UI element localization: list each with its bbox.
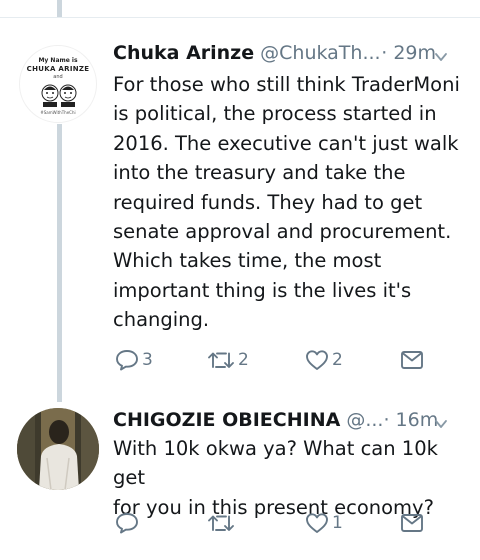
reply-icon: [116, 350, 138, 371]
retweet-button[interactable]: 2: [207, 347, 249, 373]
retweet-count: 2: [238, 350, 249, 370]
avatar-hashtag: #SamWithTheChi: [40, 110, 76, 115]
like-button[interactable]: 2: [305, 347, 343, 373]
tweet-text-line: senate approval and procurement.: [113, 220, 452, 244]
direct-message-button[interactable]: [400, 510, 424, 536]
chevron-down-icon[interactable]: [434, 417, 448, 431]
avatar-text-line2: CHUKA ARINZE: [26, 65, 90, 73]
faces-illustration-icon: [41, 84, 77, 107]
timestamp[interactable]: · 16m: [383, 409, 468, 431]
tweet-1[interactable]: My Name is CHUKA ARINZE and #SamWithTheC…: [0, 0, 480, 400]
reply-icon: [116, 513, 138, 534]
avatar-chigozie-obiechina[interactable]: [17, 408, 99, 490]
tweet-text-line: into the treasury and take the: [113, 161, 406, 185]
like-button[interactable]: 1: [305, 510, 343, 536]
display-name[interactable]: Chuka Arinze: [113, 42, 254, 64]
chevron-down-icon[interactable]: [434, 50, 448, 64]
tweet-actions: 1: [115, 510, 435, 536]
tweet-text-line: Which takes time, the most: [113, 249, 382, 273]
tweet-actions: 3 2 2: [115, 347, 435, 373]
tweet-text: For those who still think TraderMoni is …: [113, 70, 468, 335]
message-icon: [401, 351, 423, 369]
tweet-text-line: required funds. They had to get: [113, 190, 423, 214]
tweet-text-line: For those who still think TraderMoni: [113, 73, 460, 96]
username-handle[interactable]: @...: [346, 409, 383, 431]
avatar-text-line3: and: [53, 74, 63, 80]
tweet-text-line: 2016. The executive can't just walk: [113, 131, 459, 155]
reply-button[interactable]: [115, 510, 142, 536]
tweet-2[interactable]: CHIGOZIE OBIECHINA @... · 16m With 10k o…: [0, 400, 480, 560]
like-icon: [306, 513, 328, 533]
like-count: 2: [332, 350, 343, 370]
direct-message-button[interactable]: [400, 347, 424, 373]
avatar-text-line1: My Name is: [38, 57, 78, 64]
retweet-button[interactable]: [207, 510, 238, 536]
reply-count: 3: [142, 350, 153, 370]
avatar-chuka-arinze[interactable]: My Name is CHUKA ARINZE and #SamWithTheC…: [19, 45, 97, 123]
tweet-text-line: With 10k okwa ya? What can 10k get: [113, 437, 438, 490]
like-count: 1: [332, 513, 343, 533]
retweet-icon: [208, 352, 234, 368]
tweet-text-line: changing.: [113, 308, 210, 332]
message-icon: [401, 514, 423, 532]
username-handle[interactable]: @ChukaTh...: [260, 42, 380, 64]
retweet-icon: [208, 515, 234, 531]
tweet-text: With 10k okwa ya? What can 10k get for y…: [113, 434, 468, 522]
reply-button[interactable]: 3: [115, 347, 153, 373]
tweet-text-line: important thing is the lives it's: [113, 278, 412, 302]
profile-photo-icon: [17, 408, 99, 490]
display-name[interactable]: CHIGOZIE OBIECHINA: [113, 409, 340, 431]
tweet-header: Chuka Arinze @ChukaTh... · 29m: [113, 42, 466, 72]
like-icon: [306, 350, 328, 370]
timestamp[interactable]: · 29m: [381, 42, 466, 64]
tweet-text-line: is political, the process started in: [113, 102, 437, 126]
